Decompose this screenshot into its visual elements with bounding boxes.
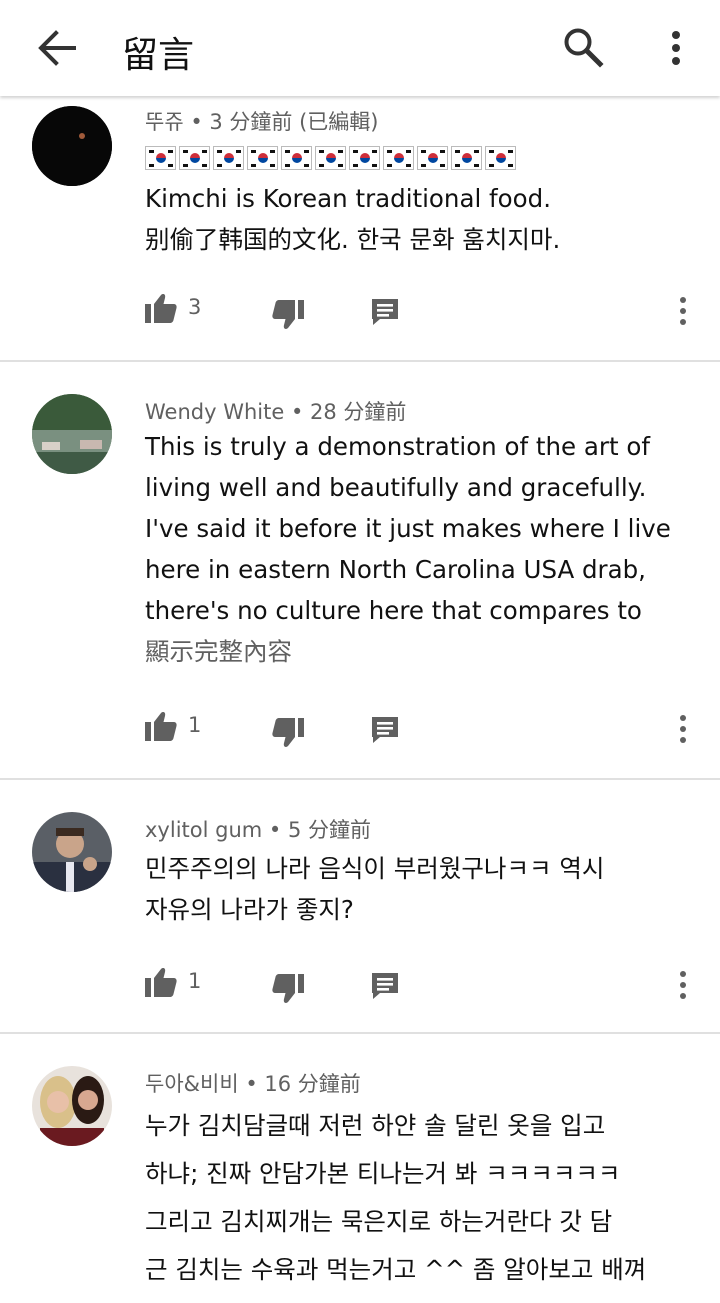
korea-flag-emoji [451,146,482,170]
author-name[interactable]: 뚜쥬 [145,110,184,134]
avatar-image [32,106,112,186]
comment-body: This is truly a demonstration of the art… [145,426,705,672]
author-name[interactable]: 두아&비비 [145,1072,239,1096]
korea-flag-emoji [213,146,244,170]
comment-time: 5 分鐘前 [287,818,372,842]
avatar-image [32,394,112,474]
more-vert-icon[interactable] [664,28,688,68]
thumb-up-icon[interactable] [145,967,177,997]
comment-line: 别偷了韩国的文化. 한국 문화 훔치지마. [145,225,561,254]
thumb-down-icon[interactable] [272,718,304,748]
comment-actions: 1 [0,708,720,748]
thumb-down-icon[interactable] [272,974,304,1004]
korea-flag-emoji [281,146,312,170]
like-count: 3 [188,295,202,319]
comment-line: 하냐; 진짜 안담가본 티나는거 봐 ㅋㅋㅋㅋㅋㅋ [145,1159,621,1188]
avatar-image [32,812,112,892]
comment-meta: Wendy White • 28 分鐘前 [145,396,406,426]
comment-more-icon[interactable] [677,714,689,744]
author-name[interactable]: xylitol gum [145,818,262,842]
comment-actions: 3 [0,290,720,330]
app-header: 留言 [0,0,720,96]
comment-item: xylitol gum • 5 分鐘前 민주주의의 나라 음식이 부러웠구나ㅋㅋ… [0,780,720,1032]
avatar-image [32,1066,112,1146]
page-title: 留言 [122,35,195,76]
korea-flag-emoji [145,146,176,170]
korea-flag-emoji [179,146,210,170]
meta-separator: • [238,1072,265,1096]
thumb-down-icon[interactable] [272,300,304,330]
search-icon[interactable] [562,26,604,68]
avatar[interactable] [32,1066,112,1146]
comment-item: Wendy White • 28 分鐘前 This is truly a dem… [0,362,720,778]
comment-body: 민주주의의 나라 음식이 부러웠구나ㅋㅋ 역시 자유의 나라가 좋지? [145,848,705,930]
comment-body: Kimchi is Korean traditional food. 别偷了韩国… [145,178,705,260]
back-arrow-icon[interactable] [34,28,78,68]
comment-line: there's no culture here that compares to [145,596,642,625]
meta-separator: • [284,400,311,424]
avatar[interactable] [32,812,112,892]
show-more-link[interactable]: 顯示完整內容 [145,631,705,672]
comment-line: I've said it before it just makes where … [145,514,671,543]
korea-flag-emoji [485,146,516,170]
comment-more-icon[interactable] [677,970,689,1000]
flag-emoji-row [145,146,516,172]
comment-line: Kimchi is Korean traditional food. [145,184,551,213]
comment-line: 누가 김치담글때 저런 하얀 솔 달린 옷을 입고 [145,1111,606,1140]
comment-meta: xylitol gum • 5 分鐘前 [145,814,371,844]
comment-line: here in eastern North Carolina USA drab, [145,555,646,584]
thumb-up-icon[interactable] [145,711,177,741]
comment-line: This is truly a demonstration of the art… [145,432,650,461]
like-count: 1 [188,969,202,993]
comment-meta: 뚜쥬 • 3 分鐘前 (已編輯) [145,106,379,136]
comment-line: 그리고 김치찌개는 묵은지로 하는거란다 갓 담 [145,1207,613,1236]
reply-icon[interactable] [371,972,399,1000]
comment-line: living well and beautifully and graceful… [145,473,647,502]
comment-line: 자유의 나라가 좋지? [145,895,354,924]
comment-time: 16 分鐘前 [264,1072,361,1096]
comment-line: 근 김치는 수육과 먹는거고 ^^ 좀 알아보고 배껴 [145,1255,647,1284]
korea-flag-emoji [349,146,380,170]
comment-time: 28 分鐘前 [310,400,407,424]
meta-separator: • [262,818,288,842]
comment-more-icon[interactable] [677,296,689,326]
avatar[interactable] [32,394,112,474]
comment-item: 두아&비비 • 16 分鐘前 누가 김치담글때 저런 하얀 솔 달린 옷을 입고… [0,1034,720,1303]
reply-icon[interactable] [371,716,399,744]
comment-time: 3 分鐘前 (已編輯) [209,110,379,134]
reply-icon[interactable] [371,298,399,326]
korea-flag-emoji [383,146,414,170]
korea-flag-emoji [417,146,448,170]
author-name[interactable]: Wendy White [145,400,284,424]
comment-line: 민주주의의 나라 음식이 부러웠구나ㅋㅋ 역시 [145,854,605,883]
comment-body: 누가 김치담글때 저런 하얀 솔 달린 옷을 입고 하냐; 진짜 안담가본 티나… [145,1102,705,1294]
like-count: 1 [188,713,202,737]
thumb-up-icon[interactable] [145,293,177,323]
korea-flag-emoji [315,146,346,170]
meta-separator: • [183,110,210,134]
comment-meta: 두아&비비 • 16 分鐘前 [145,1068,361,1098]
korea-flag-emoji [247,146,278,170]
comment-actions: 1 [0,964,720,1004]
avatar[interactable] [32,106,112,186]
